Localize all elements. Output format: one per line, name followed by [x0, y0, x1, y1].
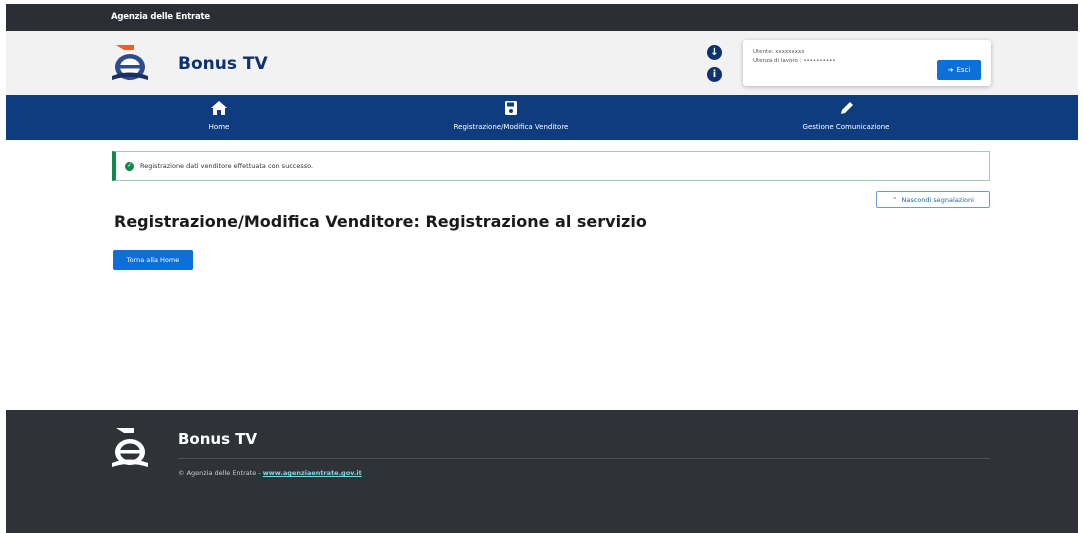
- hide-alerts-label: Nascondi segnalazioni: [901, 195, 974, 204]
- agenzia-logo: [112, 428, 148, 467]
- nav-label: Registrazione/Modifica Venditore: [453, 123, 569, 131]
- footer-divider: [178, 458, 990, 459]
- app-title: Bonus TV: [178, 54, 268, 74]
- footer-link[interactable]: www.agenziaentrate.gov.it: [263, 469, 362, 477]
- workplace-label: Utenza di lavoro : ••••••••••: [753, 58, 836, 64]
- page: Agenzia delle Entrate Bonus TV ↓ i Utent…: [6, 4, 1078, 533]
- main-nav: Home Registrazione/Modifica Venditore Ge…: [6, 95, 1078, 140]
- copyright-text: © Agenzia delle Entrate -: [178, 469, 261, 477]
- nav-label: Home: [208, 123, 230, 131]
- nav-label: Gestione Comunicazione: [802, 123, 890, 131]
- nav-item-registrazione[interactable]: Registrazione/Modifica Venditore: [421, 95, 601, 140]
- footer: Bonus TV © Agenzia delle Entrate - www.a…: [6, 410, 1078, 533]
- logout-icon: ➔: [947, 66, 954, 74]
- info-icon[interactable]: i: [707, 67, 722, 82]
- exit-label: Esci: [956, 66, 971, 74]
- home-icon: [211, 101, 227, 115]
- user-label: Utente: xxxxxxxxx: [753, 49, 805, 55]
- chevron-up-icon: ⌃: [892, 195, 898, 204]
- hide-alerts-button[interactable]: ⌃ Nascondi segnalazioni: [876, 191, 990, 208]
- top-bar: Agenzia delle Entrate: [6, 4, 1078, 31]
- nav-item-gestione[interactable]: Gestione Comunicazione: [766, 95, 926, 140]
- check-circle-icon: ✓: [125, 162, 134, 171]
- save-icon: [505, 101, 517, 115]
- success-alert: ✓ Registrazione dati venditore effettuat…: [112, 151, 990, 181]
- footer-copyright: © Agenzia delle Entrate - www.agenziaent…: [178, 469, 362, 477]
- download-icon[interactable]: ↓: [707, 45, 722, 60]
- nav-item-home[interactable]: Home: [164, 95, 274, 140]
- footer-title: Bonus TV: [178, 430, 258, 448]
- page-title: Registrazione/Modifica Venditore: Regist…: [114, 212, 647, 231]
- user-panel: Utente: xxxxxxxxx Utenza di lavoro : •••…: [743, 40, 991, 86]
- alert-message: Registrazione dati venditore effettuata …: [140, 162, 314, 170]
- agenzia-logo[interactable]: [110, 43, 150, 83]
- exit-button[interactable]: ➔ Esci: [937, 60, 981, 80]
- header: Bonus TV ↓ i Utente: xxxxxxxxx Utenza di…: [6, 31, 1078, 95]
- org-name: Agenzia delle Entrate: [111, 12, 210, 22]
- back-home-button[interactable]: Torna alla Home: [113, 250, 193, 270]
- pencil-icon: [841, 102, 853, 114]
